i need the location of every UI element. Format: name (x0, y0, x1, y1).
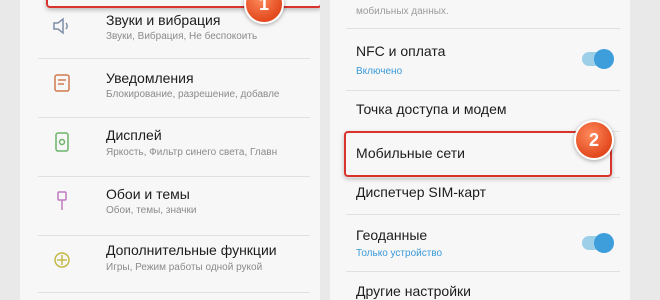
nfc-toggle[interactable] (582, 49, 614, 69)
settings-item-nfc[interactable]: NFC и оплата Включено (330, 29, 630, 89)
settings-item-title: Уведомления (106, 70, 194, 86)
settings-item-subtitle: Яркость, Фильтр синего света, Главн (106, 147, 278, 158)
settings-item-subtitle: Игры, Режим работы одной рукой (106, 262, 263, 273)
settings-item-subtitle: Обои, темы, значки (106, 205, 197, 216)
settings-item-location[interactable]: Геоданные Только устройство (330, 215, 630, 271)
settings-item-title: Диспетчер SIM-карт (356, 184, 487, 200)
settings-item-title: Точка доступа и модем (356, 101, 507, 117)
notification-icon (54, 74, 70, 92)
partial-description: мобильных данных. (356, 6, 449, 17)
display-icon (55, 132, 69, 152)
settings-item-notifications[interactable]: Уведомления Блокирование, разрешение, до… (20, 59, 320, 117)
settings-item-advanced-features[interactable]: Дополнительные функции Игры, Режим работ… (20, 236, 320, 294)
toggle-knob (594, 49, 614, 69)
settings-item-sim-manager[interactable]: Диспетчер SIM-карт (330, 178, 630, 216)
settings-item-title: Геоданные (356, 227, 428, 243)
settings-item-status: Только устройство (356, 248, 443, 259)
speaker-icon (53, 17, 68, 35)
settings-item-wallpapers[interactable]: Обои и темы Обои, темы, значки (20, 177, 320, 235)
location-toggle[interactable] (582, 233, 614, 253)
settings-item-subtitle: Звуки, Вибрация, Не беспокоить (106, 31, 258, 42)
settings-item-other[interactable]: Другие настройки (330, 272, 630, 300)
toggle-knob (594, 233, 614, 253)
settings-item-display[interactable]: Дисплей Яркость, Фильтр синего света, Гл… (20, 118, 320, 176)
settings-item-title: Другие настройки (356, 283, 471, 299)
settings-item-title: Дополнительные функции (106, 242, 277, 258)
settings-item-status: Включено (356, 66, 403, 77)
divider (38, 292, 310, 293)
settings-item-subtitle: Блокирование, разрешение, добавле (106, 89, 280, 100)
settings-item-title: Звуки и вибрация (106, 12, 221, 28)
highlighted-item-frame (344, 131, 612, 177)
settings-item-title: NFC и оплата (356, 43, 446, 59)
settings-list-panel: Звуки и вибрация Звуки, Вибрация, Не бес… (20, 0, 320, 300)
settings-item-title: Дисплей (106, 127, 162, 143)
advanced-features-icon (54, 252, 70, 268)
settings-item-title: Обои и темы (106, 186, 190, 202)
brush-icon (57, 191, 67, 210)
step-badge-2: 2 (574, 120, 614, 160)
